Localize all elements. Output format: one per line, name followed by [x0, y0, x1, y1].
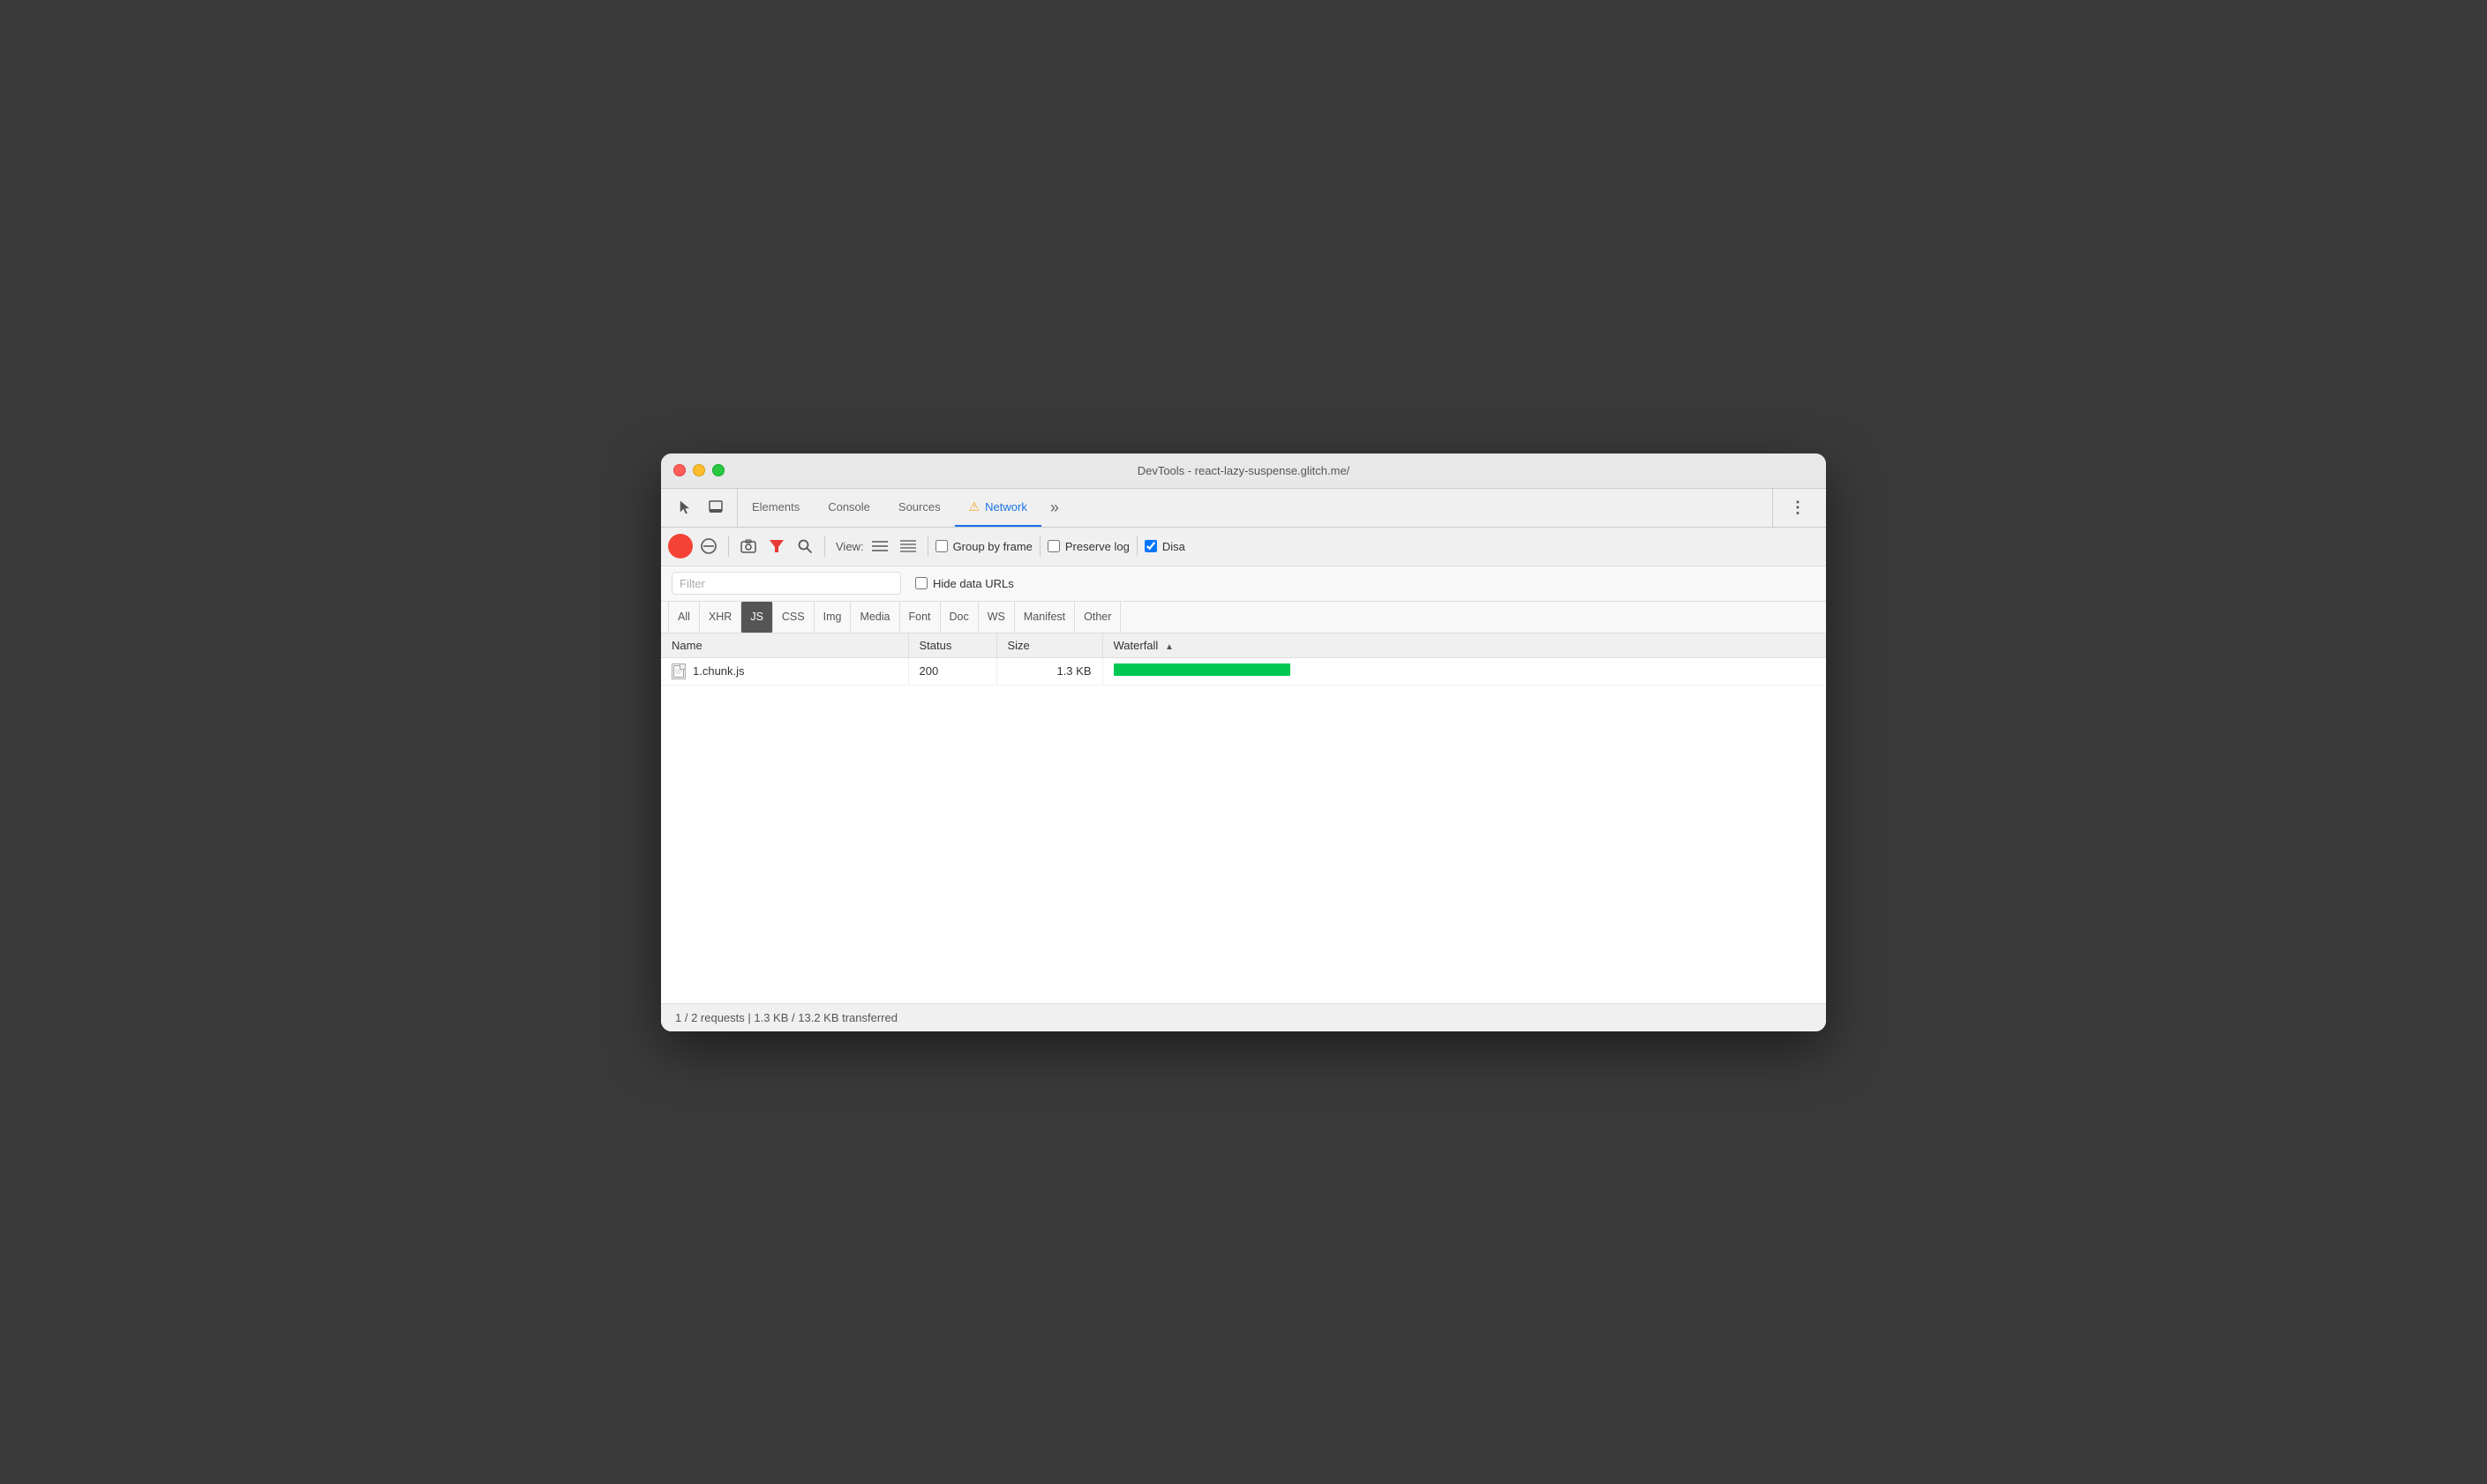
- minimize-button[interactable]: [693, 464, 705, 476]
- disable-cache-text: Disa: [1162, 540, 1185, 553]
- tabs-container: Elements Console Sources ⚠ Network »: [738, 489, 1772, 527]
- group-by-frame-label[interactable]: Group by frame: [935, 540, 1033, 553]
- tab-elements[interactable]: Elements: [738, 489, 814, 527]
- file-name: 1.chunk.js: [693, 664, 745, 678]
- tab-console[interactable]: Console: [814, 489, 884, 527]
- tab-sources-label: Sources: [898, 500, 941, 513]
- filter-ws[interactable]: WS: [979, 602, 1015, 633]
- browser-window: DevTools - react-lazy-suspense.glitch.me…: [661, 453, 1826, 1031]
- devtools-panel: Elements Console Sources ⚠ Network »: [661, 489, 1826, 1031]
- file-icon: [672, 663, 686, 679]
- record-button[interactable]: [668, 534, 693, 558]
- divider-1: [728, 536, 729, 557]
- status-cell: 200: [908, 657, 996, 685]
- filter-manifest[interactable]: Manifest: [1015, 602, 1075, 633]
- empty-table-area: [661, 686, 1826, 1003]
- tab-more[interactable]: »: [1041, 489, 1068, 527]
- header-name[interactable]: Name: [661, 633, 908, 658]
- tree-view-icon[interactable]: [896, 534, 920, 558]
- more-icon: »: [1050, 498, 1059, 517]
- filter-img[interactable]: Img: [815, 602, 852, 633]
- search-button[interactable]: [793, 534, 817, 558]
- more-options-icon[interactable]: ⋮: [1784, 493, 1812, 521]
- view-label: View:: [836, 540, 864, 553]
- list-view-icon[interactable]: [868, 534, 892, 558]
- traffic-lights: [673, 464, 725, 476]
- type-filters: All XHR JS CSS Img Media Font Doc: [661, 602, 1826, 633]
- tab-bar: Elements Console Sources ⚠ Network »: [661, 489, 1826, 528]
- group-by-frame-text: Group by frame: [953, 540, 1033, 553]
- divider-5: [1137, 536, 1138, 557]
- cursor-icon[interactable]: [672, 493, 700, 521]
- filter-xhr[interactable]: XHR: [700, 602, 741, 633]
- tab-network[interactable]: ⚠ Network: [955, 489, 1041, 527]
- divider-4: [1040, 536, 1041, 557]
- close-button[interactable]: [673, 464, 686, 476]
- filter-css[interactable]: CSS: [773, 602, 815, 633]
- waterfall-cell: [1102, 657, 1826, 685]
- group-by-frame-checkbox[interactable]: [935, 540, 948, 552]
- warn-icon: ⚠: [969, 499, 981, 514]
- hide-data-urls-label[interactable]: Hide data URLs: [915, 577, 1014, 590]
- status-text: 1 / 2 requests | 1.3 KB / 13.2 KB transf…: [675, 1011, 898, 1024]
- status-code: 200: [920, 664, 939, 678]
- size-cell: 1.3 KB: [996, 657, 1102, 685]
- preserve-log-checkbox[interactable]: [1048, 540, 1060, 552]
- clear-button[interactable]: [696, 534, 721, 558]
- tab-elements-label: Elements: [752, 500, 800, 513]
- filter-input[interactable]: [672, 572, 901, 595]
- filter-doc[interactable]: Doc: [941, 602, 979, 633]
- table-header: Name Status Size Waterfall ▲: [661, 633, 1826, 658]
- filter-icon[interactable]: [764, 534, 789, 558]
- hide-data-urls-text: Hide data URLs: [933, 577, 1014, 590]
- toolbar: View:: [661, 528, 1826, 566]
- title-bar: DevTools - react-lazy-suspense.glitch.me…: [661, 453, 1826, 489]
- maximize-button[interactable]: [712, 464, 725, 476]
- filter-js[interactable]: JS: [741, 602, 773, 633]
- file-size: 1.3 KB: [1056, 664, 1091, 678]
- filter-all[interactable]: All: [668, 602, 700, 633]
- divider-2: [824, 536, 825, 557]
- filter-font[interactable]: Font: [900, 602, 941, 633]
- filter-other[interactable]: Other: [1075, 602, 1121, 633]
- tab-sources[interactable]: Sources: [884, 489, 955, 527]
- status-bar: 1 / 2 requests | 1.3 KB / 13.2 KB transf…: [661, 1003, 1826, 1031]
- header-waterfall[interactable]: Waterfall ▲: [1102, 633, 1826, 658]
- network-table-container: Name Status Size Waterfall ▲: [661, 633, 1826, 1003]
- filter-media[interactable]: Media: [851, 602, 899, 633]
- screenshot-button[interactable]: [736, 534, 761, 558]
- file-name-cell: 1.chunk.js: [661, 657, 908, 685]
- tab-network-label: Network: [985, 500, 1027, 513]
- disable-cache-checkbox[interactable]: [1145, 540, 1157, 552]
- hide-data-urls-checkbox[interactable]: [915, 577, 928, 589]
- preserve-log-label[interactable]: Preserve log: [1048, 540, 1130, 553]
- disable-cache-label[interactable]: Disa: [1145, 540, 1185, 553]
- table-body: 1.chunk.js 200 1.3 KB: [661, 657, 1826, 685]
- waterfall-bar: [1114, 663, 1290, 676]
- filter-row: Hide data URLs: [661, 566, 1826, 602]
- table-row[interactable]: 1.chunk.js 200 1.3 KB: [661, 657, 1826, 685]
- window-title: DevTools - react-lazy-suspense.glitch.me…: [1138, 464, 1350, 477]
- network-table: Name Status Size Waterfall ▲: [661, 633, 1826, 686]
- preserve-log-text: Preserve log: [1065, 540, 1130, 553]
- header-status[interactable]: Status: [908, 633, 996, 658]
- tab-console-label: Console: [828, 500, 870, 513]
- sort-icon: ▲: [1165, 642, 1174, 652]
- tab-bar-left-icons: [665, 489, 738, 527]
- tab-bar-right: ⋮: [1772, 489, 1822, 527]
- header-size[interactable]: Size: [996, 633, 1102, 658]
- dock-icon[interactable]: [702, 493, 730, 521]
